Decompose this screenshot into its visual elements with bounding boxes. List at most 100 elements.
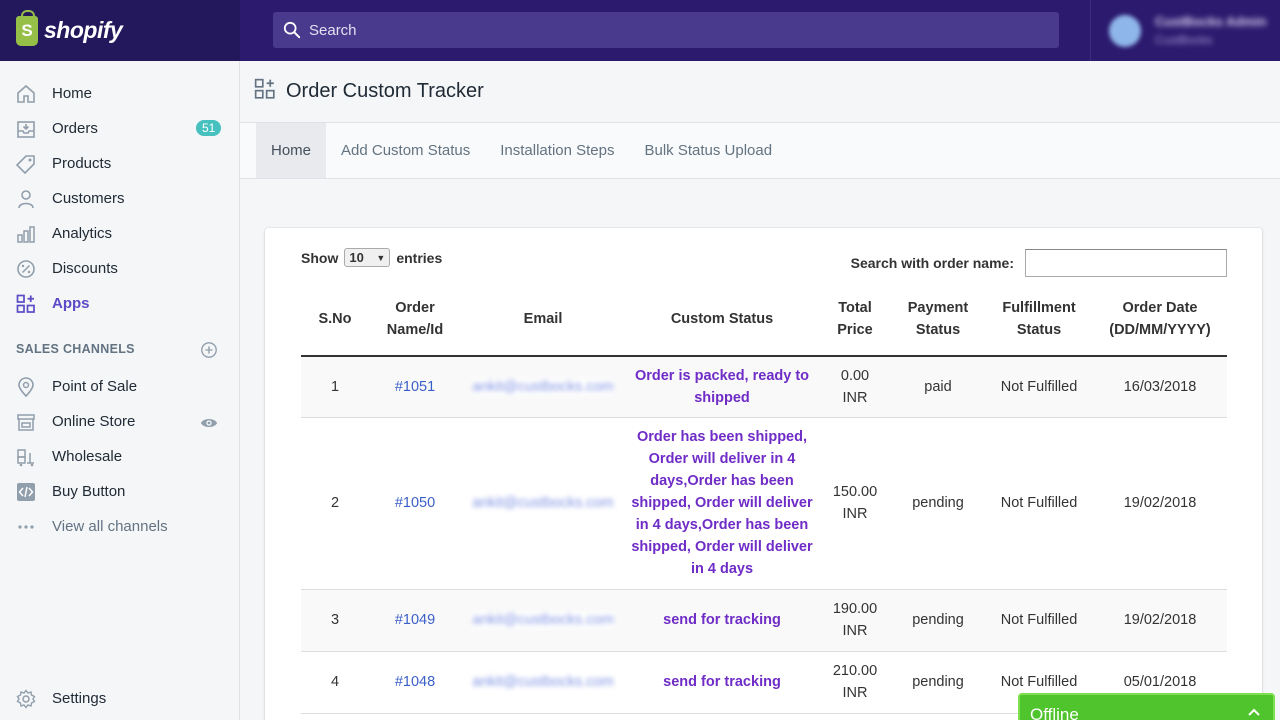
view-all-channels-link[interactable]: View all channels [0, 509, 239, 544]
col-total-price[interactable]: Total Price [819, 283, 891, 357]
tab-installation-steps[interactable]: Installation Steps [485, 123, 629, 178]
row-sno: 1 [301, 356, 369, 418]
chevron-up-icon[interactable] [1247, 705, 1261, 720]
dropdown-arrow-icon: ▼ [376, 252, 386, 263]
total-price-cell: 190.00 INR [819, 589, 891, 652]
page-header: Order Custom Tracker [240, 61, 1280, 123]
tab-add-custom-status[interactable]: Add Custom Status [326, 123, 485, 178]
sidebar-item-orders[interactable]: Orders 51 [0, 111, 239, 146]
order-search-control: Search with order name: [851, 249, 1227, 277]
order-search-label: Search with order name: [850, 255, 1014, 271]
analytics-icon [16, 224, 36, 244]
order-link[interactable]: #1050 [395, 495, 435, 511]
apps-icon [254, 78, 276, 105]
search-input[interactable] [309, 21, 1009, 39]
sidebar-item-label: Wholesale [52, 448, 123, 465]
app-tabs: Home Add Custom Status Installation Step… [240, 123, 1280, 179]
custom-status-cell: Order has been shipped, Order will deliv… [625, 417, 819, 590]
sidebar-item-label: Orders [52, 120, 98, 137]
sidebar-item-products[interactable]: Products [0, 146, 239, 181]
row-sno: 4 [301, 651, 369, 714]
payment-status-cell: pending [891, 651, 985, 714]
sidebar-item-label: Point of Sale [52, 378, 138, 395]
global-search[interactable] [273, 12, 1059, 48]
sales-channels-heading: SALES CHANNELS [0, 329, 239, 369]
email-cell: ankit@custbocks.com [472, 378, 614, 395]
sidebar-item-apps[interactable]: Apps [0, 286, 239, 321]
order-link[interactable]: #1051 [395, 379, 435, 395]
entries-select[interactable]: 10 ▼ [344, 248, 391, 267]
sidebar-item-label: View all channels [52, 518, 168, 535]
payment-status-cell: pending [891, 417, 985, 590]
chat-widget[interactable]: Offline [1018, 693, 1275, 720]
sidebar-item-customers[interactable]: Customers [0, 181, 239, 216]
search-icon [283, 21, 301, 39]
order-link[interactable]: #1049 [395, 612, 435, 628]
fulfillment-status-cell: Not Fulfilled [985, 356, 1093, 418]
table-row: 1 #1051 ankit@custbocks.com Order is pac… [301, 356, 1227, 418]
table-row: 3 #1049 ankit@custbocks.com send for tra… [301, 589, 1227, 652]
page-title: Order Custom Tracker [286, 80, 484, 102]
sidebar-item-wholesale[interactable]: Wholesale [0, 439, 239, 474]
sidebar-item-online-store[interactable]: Online Store [0, 404, 239, 439]
custom-status-cell: Order is packed, ready to shipped [625, 356, 819, 418]
col-payment-status[interactable]: Payment Status [891, 283, 985, 357]
custom-status-cell: send for tracking [625, 589, 819, 652]
orders-count-badge: 51 [196, 120, 222, 136]
order-date-cell: 19/02/2018 [1093, 417, 1227, 590]
fulfillment-status-cell: Not Fulfilled [985, 589, 1093, 652]
sidebar-item-discounts[interactable]: Discounts [0, 251, 239, 286]
apps-icon [16, 294, 36, 314]
add-channel-icon[interactable] [200, 341, 218, 362]
orders-card: Show 10 ▼ entries Search with order name:… [265, 228, 1262, 720]
avatar [1109, 14, 1141, 47]
sidebar-item-home[interactable]: Home [0, 76, 239, 111]
location-pin-icon [16, 376, 36, 397]
main-content: Order Custom Tracker Home Add Custom Sta… [240, 61, 1280, 720]
sidebar-item-label: Home [52, 85, 93, 102]
col-sno[interactable]: S.No [301, 283, 369, 357]
col-order-date[interactable]: Order Date (DD/MM/YYYY) [1093, 283, 1227, 357]
home-icon [16, 84, 36, 104]
sidebar: Home Orders 51 Products Customers Analyt… [0, 61, 240, 720]
row-sno: 2 [301, 417, 369, 590]
user-menu[interactable]: CustBocks Admin CustBocks [1090, 0, 1280, 61]
store-icon [16, 412, 36, 432]
shopify-bag-icon: S [16, 9, 38, 46]
sidebar-item-label: Analytics [52, 225, 113, 242]
total-price-cell: 210.00 INR [819, 651, 891, 714]
col-custom-status[interactable]: Custom Status [625, 283, 819, 357]
sidebar-item-analytics[interactable]: Analytics [0, 216, 239, 251]
email-cell: ankit@custbocks.com [472, 612, 614, 628]
col-order[interactable]: Order Name/Id [369, 283, 461, 357]
discount-icon [16, 259, 36, 279]
shopify-logo[interactable]: S shopify [0, 0, 240, 61]
user-name: CustBocks Admin [1155, 14, 1267, 29]
sidebar-item-point-of-sale[interactable]: Point of Sale [0, 369, 239, 404]
entries-label: entries [396, 249, 443, 266]
tab-home[interactable]: Home [256, 123, 327, 178]
col-fulfillment-status[interactable]: Fulfillment Status [985, 283, 1093, 357]
fulfillment-status-cell: Not Fulfilled [985, 417, 1093, 590]
payment-status-cell: paid [891, 356, 985, 418]
orders-table: S.No Order Name/Id Email Custom Status To… [301, 283, 1227, 714]
tag-icon [16, 154, 36, 174]
col-email[interactable]: Email [461, 283, 625, 357]
chat-status-label: Offline [1030, 705, 1079, 720]
sidebar-item-settings[interactable]: Settings [0, 681, 240, 716]
order-link[interactable]: #1048 [395, 674, 435, 690]
show-label: Show [301, 249, 339, 266]
order-search-input[interactable] [1025, 249, 1227, 277]
gear-icon [16, 688, 36, 709]
more-dots-icon [16, 517, 36, 537]
sidebar-item-buy-button[interactable]: Buy Button [0, 474, 239, 509]
eye-icon[interactable] [200, 414, 218, 437]
custom-status-cell: send for tracking [625, 651, 819, 714]
sidebar-item-label: Products [52, 155, 112, 172]
wholesale-icon [16, 447, 36, 467]
sidebar-item-label: Online Store [52, 413, 136, 430]
tab-bulk-status-upload[interactable]: Bulk Status Upload [630, 123, 788, 178]
email-cell: ankit@custbocks.com [472, 495, 614, 511]
order-date-cell: 19/02/2018 [1093, 589, 1227, 652]
payment-status-cell: pending [891, 589, 985, 652]
